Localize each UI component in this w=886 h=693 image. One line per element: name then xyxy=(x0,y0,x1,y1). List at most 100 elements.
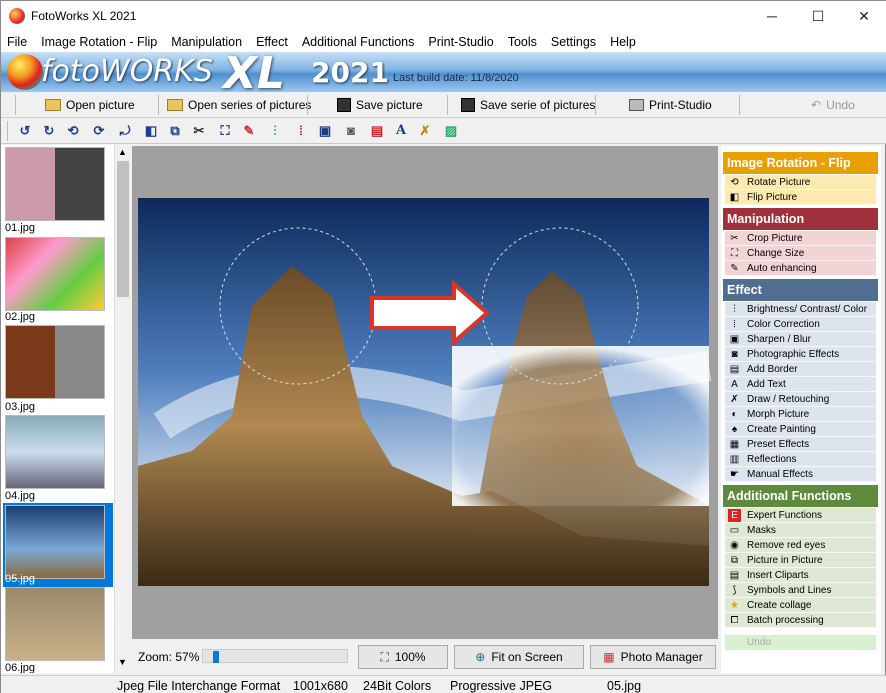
star-icon: ★ xyxy=(730,600,739,611)
minimize-button[interactable]: ─ xyxy=(749,1,795,32)
flip-icon[interactable]: ◧ xyxy=(143,123,159,139)
zoom-slider-thumb[interactable] xyxy=(213,651,219,663)
crop-icon[interactable]: ✂ xyxy=(191,123,207,139)
thumbnail-image[interactable] xyxy=(5,147,105,221)
wand-icon: ✎ xyxy=(730,263,739,274)
item-picture-in-picture[interactable]: ⧉ Picture in Picture xyxy=(725,553,876,568)
color-correction-icon[interactable]: ⦙ xyxy=(293,123,309,139)
pip-icon: ⧉ xyxy=(730,555,739,566)
status-colors: 24Bit Colors xyxy=(363,679,432,693)
thumbnail-label[interactable]: 04.jpg xyxy=(5,490,35,502)
item-manual-effects[interactable]: ☛ Manual Effects xyxy=(725,467,876,482)
item-insert-cliparts[interactable]: ▤ Insert Cliparts xyxy=(725,568,876,583)
sharpen-icon[interactable]: ▣ xyxy=(317,123,333,139)
folder-icon xyxy=(45,99,61,111)
open-series-button[interactable]: Open series of pictures xyxy=(167,96,311,114)
text-icon[interactable]: A xyxy=(393,123,409,139)
brightness-icon[interactable]: ⫶ xyxy=(267,123,283,139)
item-photographic-effects[interactable]: ◙ Photographic Effects xyxy=(725,347,876,362)
thumbnail-image[interactable] xyxy=(5,587,105,661)
item-sharpen-blur[interactable]: ▣ Sharpen / Blur xyxy=(725,332,876,347)
banner-year: 2021 xyxy=(311,56,389,89)
thumbnail-label[interactable]: 02.jpg xyxy=(5,311,35,323)
menu-file[interactable]: File xyxy=(1,32,35,52)
item-create-collage[interactable]: ★ Create collage xyxy=(725,598,876,613)
item-morph-picture[interactable]: ◐ Morph Picture xyxy=(725,407,876,422)
item-auto-enhancing[interactable]: ✎ Auto enhancing xyxy=(725,261,876,276)
item-flip-picture[interactable]: ◧ Flip Picture xyxy=(725,190,876,205)
undo-button[interactable]: ↶ Undo xyxy=(811,96,855,114)
item-crop-picture[interactable]: ✂ Crop Picture xyxy=(725,231,876,246)
auto-enhance-icon[interactable]: ✎ xyxy=(241,123,257,139)
draw-icon[interactable]: ✗ xyxy=(417,123,433,139)
item-brightness[interactable]: ⫶ Brightness/ Contrast/ Color xyxy=(725,302,876,317)
mirror-icon[interactable]: ⧉ xyxy=(167,123,183,139)
group-manipulation[interactable]: Manipulation xyxy=(723,208,878,230)
item-add-text[interactable]: A Add Text xyxy=(725,377,876,392)
sidebar-undo-button[interactable]: Undo xyxy=(725,635,876,650)
scroll-down-icon[interactable]: ▼ xyxy=(118,657,127,667)
thumbnail-scrollbar[interactable]: ▲ ▼ xyxy=(114,145,131,673)
folder-icon xyxy=(167,99,183,111)
open-picture-button[interactable]: Open picture xyxy=(45,96,135,114)
group-image-rotation[interactable]: Image Rotation - Flip xyxy=(723,152,878,174)
menu-tools[interactable]: Tools xyxy=(502,32,545,52)
item-remove-red-eyes[interactable]: ◉ Remove red eyes xyxy=(725,538,876,553)
item-change-size[interactable]: ⛶ Change Size xyxy=(725,246,876,261)
thumbnail-image[interactable] xyxy=(5,325,105,399)
eye-icon: ◉ xyxy=(730,540,739,551)
rotate-ccw-icon[interactable]: ⟲ xyxy=(65,123,81,139)
fit-on-screen-button[interactable]: ⊕ Fit on Screen xyxy=(454,645,584,669)
zoom-slider[interactable] xyxy=(202,649,348,663)
scroll-thumb[interactable] xyxy=(117,161,129,297)
thumbnail-label[interactable]: 06.jpg xyxy=(5,662,35,673)
thumbnail-label[interactable]: 03.jpg xyxy=(5,401,35,413)
item-add-border[interactable]: ▤ Add Border xyxy=(725,362,876,377)
item-draw-retouching[interactable]: ✗ Draw / Retouching xyxy=(725,392,876,407)
rotate-right-icon[interactable]: ↻ xyxy=(41,123,57,139)
item-preset-effects[interactable]: ▦ Preset Effects xyxy=(725,437,876,452)
menu-print-studio[interactable]: Print-Studio xyxy=(422,32,501,52)
crop-icon: ✂ xyxy=(730,233,739,244)
item-color-correction[interactable]: ⦙ Color Correction xyxy=(725,317,876,332)
banner-logo: fotoWORKS xyxy=(41,54,213,89)
app-window: FotoWorks XL 2021 ─ ☐ ✕ File Image Rotat… xyxy=(0,0,886,693)
photo-canvas[interactable] xyxy=(132,146,718,639)
menu-settings[interactable]: Settings xyxy=(545,32,604,52)
menu-help[interactable]: Help xyxy=(604,32,644,52)
zoom-100-button[interactable]: ⛶ 100% xyxy=(358,645,448,669)
balloon-logo-icon xyxy=(7,54,43,90)
thumbnail-label[interactable]: 05.jpg xyxy=(5,573,35,585)
item-symbols-lines[interactable]: ⟆ Symbols and Lines xyxy=(725,583,876,598)
item-rotate-picture[interactable]: ⟲ Rotate Picture xyxy=(725,175,876,190)
save-picture-button[interactable]: Save picture xyxy=(337,96,423,114)
menu-image-rotation[interactable]: Image Rotation - Flip xyxy=(35,32,165,52)
brush-icon: ♠ xyxy=(731,424,738,435)
group-effect[interactable]: Effect xyxy=(723,279,878,301)
camera-icon[interactable]: ◙ xyxy=(343,123,359,139)
print-studio-button[interactable]: Print-Studio xyxy=(629,96,712,114)
item-expert-functions[interactable]: E Expert Functions xyxy=(725,508,876,523)
save-series-button[interactable]: Save serie of pictures xyxy=(461,96,595,114)
rotate-cw-icon[interactable]: ⟳ xyxy=(91,123,107,139)
item-masks[interactable]: ▭ Masks xyxy=(725,523,876,538)
close-button[interactable]: ✕ xyxy=(841,1,886,32)
item-create-painting[interactable]: ♠ Create Painting xyxy=(725,422,876,437)
item-batch-processing[interactable]: ⧠ Batch processing xyxy=(725,613,876,628)
thumbnail-image[interactable] xyxy=(5,505,105,579)
border-icon[interactable]: ▤ xyxy=(369,123,385,139)
item-reflections[interactable]: ▥ Reflections xyxy=(725,452,876,467)
photo-manager-button[interactable]: ▦ Photo Manager xyxy=(590,645,716,669)
rotate-left-icon[interactable]: ↺ xyxy=(17,123,33,139)
thumbnail-label[interactable]: 01.jpg xyxy=(5,222,35,234)
resize-icon[interactable]: ⛶ xyxy=(217,123,233,139)
scroll-up-icon[interactable]: ▲ xyxy=(118,147,127,157)
undo-icon: ↶ xyxy=(811,98,822,112)
picture-icon[interactable]: ▨ xyxy=(443,123,459,139)
menu-additional-functions[interactable]: Additional Functions xyxy=(296,32,423,52)
group-additional-functions[interactable]: Additional Functions xyxy=(723,485,878,507)
maximize-button[interactable]: ☐ xyxy=(795,1,841,32)
rotate-free-icon[interactable]: ⤾ xyxy=(117,123,133,139)
thumbnail-image[interactable] xyxy=(5,415,105,489)
thumbnail-image[interactable] xyxy=(5,237,105,311)
